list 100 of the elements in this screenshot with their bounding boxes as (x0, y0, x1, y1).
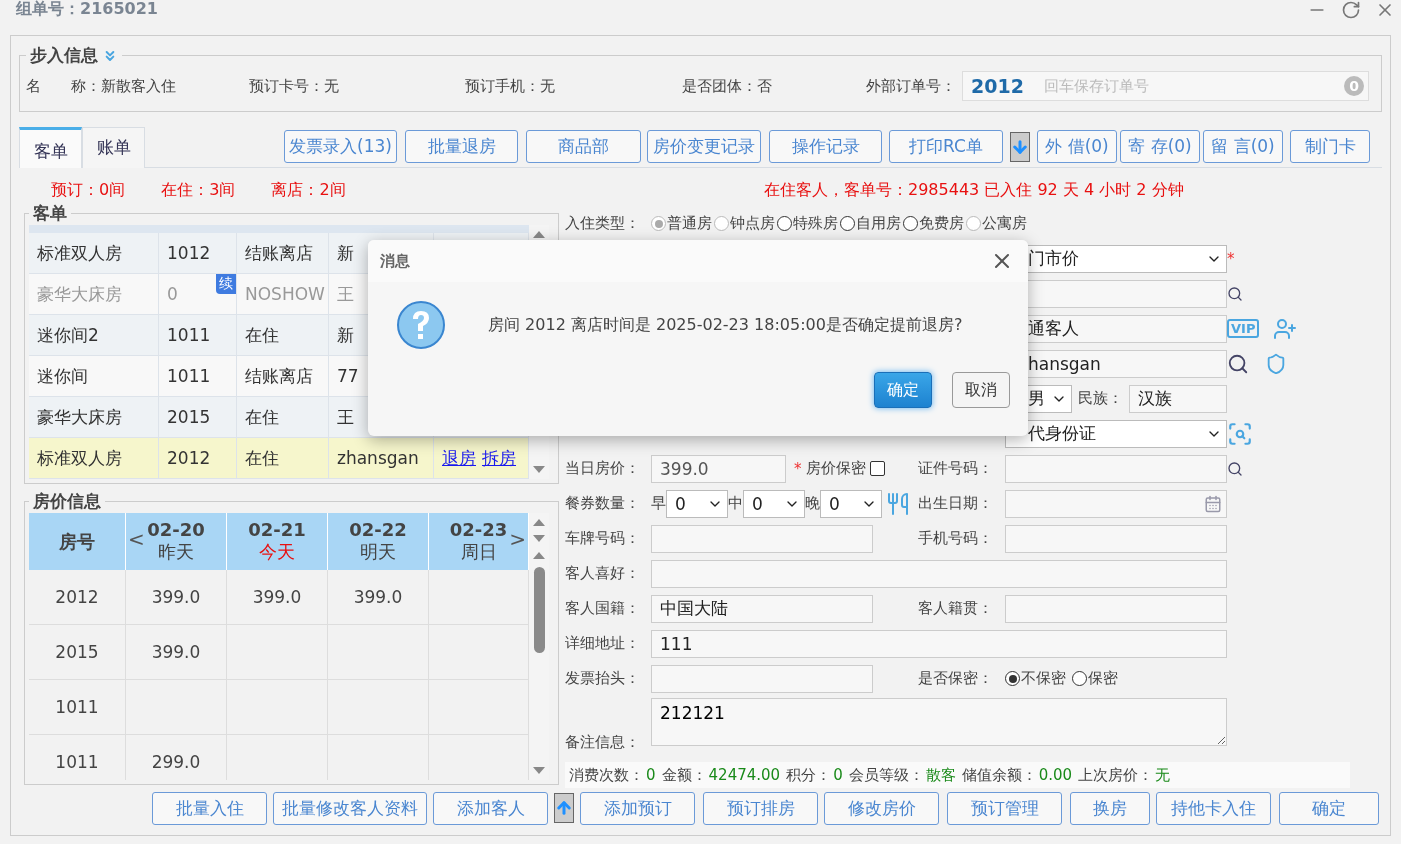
dialog-button[interactable]: 确定 (874, 372, 932, 408)
arrow-up-button[interactable] (554, 793, 574, 823)
toolbar-button[interactable]: 批量退房 (405, 130, 518, 163)
select-field[interactable]: 0 (743, 489, 805, 518)
action-button[interactable]: 批量入住 (152, 791, 267, 825)
field-label: 当日房价： (565, 459, 641, 478)
input-field[interactable]: 汉族 (1129, 384, 1227, 413)
order-label: 外部订单号： (866, 76, 956, 96)
toolbar-button[interactable]: 发票录入(13) (284, 130, 397, 163)
section-title: 客单 (33, 202, 67, 225)
search-icon[interactable] (1227, 460, 1243, 477)
day-label: 昨天 (158, 540, 194, 564)
arrow-down-button[interactable] (1010, 131, 1030, 162)
radio-button[interactable] (840, 216, 855, 231)
table-cell: 豪华大床房 (37, 282, 122, 306)
column-header: 房号 (59, 529, 95, 554)
radio-button[interactable] (903, 216, 918, 231)
field-label: 客人国籍： (565, 599, 641, 618)
search-icon[interactable] (1227, 352, 1249, 375)
radio-label: 不保密 (1021, 669, 1066, 688)
order-field[interactable]: 2012 回车保存订单号 0 (962, 71, 1369, 101)
input-field[interactable] (651, 524, 873, 553)
toolbar-button[interactable]: 制门卡 (1290, 130, 1370, 163)
field-label: 证件号码： (918, 459, 994, 478)
input-field[interactable] (1005, 524, 1227, 553)
table-row[interactable]: 标准双人房 2012 在住 zhansgan 退房 拆房 (29, 438, 529, 479)
table-cell: 1011 (167, 366, 211, 386)
scrollbar-thumb[interactable] (533, 566, 545, 653)
prev-arrow[interactable]: < (128, 527, 145, 551)
action-link[interactable]: 拆房 (482, 446, 516, 470)
select-field[interactable]: 0 (666, 489, 728, 518)
checkbox[interactable] (869, 461, 885, 476)
toolbar-button[interactable]: 留 言(0) (1203, 130, 1283, 163)
radio-button[interactable] (1072, 671, 1087, 686)
day-label: 周日 (460, 540, 497, 564)
field-label: 发票抬头： (565, 669, 641, 688)
tab[interactable]: 客单 (19, 127, 82, 168)
day-label: 明天 (360, 540, 396, 564)
order-input[interactable]: 回车保存订单号 (1041, 76, 1326, 96)
action-button[interactable]: 持他卡入住 (1156, 791, 1271, 825)
toolbar-button[interactable]: 房价变更记录 (647, 130, 761, 163)
scroll-up-icon[interactable] (532, 517, 546, 527)
summary-count: 离店：2间 (271, 179, 346, 201)
radio-label: 钟点房 (730, 214, 775, 233)
input-field[interactable] (1005, 454, 1227, 483)
refresh-icon[interactable] (1341, 0, 1361, 20)
action-button[interactable]: 换房 (1070, 791, 1150, 825)
utensils-icon[interactable] (886, 491, 910, 516)
table-cell: 标准双人房 (37, 446, 122, 470)
stat-label: 上次房价： (1078, 765, 1154, 785)
input-field[interactable] (1005, 594, 1227, 623)
stat-value: 无 (1155, 765, 1171, 785)
select-field[interactable]: 0 (820, 489, 882, 518)
toolbar-button[interactable]: 打印RC单 (889, 130, 1003, 163)
radio-button[interactable] (1005, 671, 1020, 686)
radio-button[interactable] (777, 216, 792, 231)
input-field[interactable] (1005, 489, 1227, 518)
action-button[interactable]: 预订管理 (947, 791, 1062, 825)
dialog-button[interactable]: 取消 (952, 372, 1010, 408)
scroll-down-icon[interactable] (532, 533, 546, 544)
tab[interactable]: 账单 (82, 127, 145, 168)
id-scan-icon[interactable] (1227, 420, 1253, 447)
radio-label: 自用房 (856, 214, 901, 233)
count-badge: 0 (1344, 76, 1364, 96)
input-field[interactable] (651, 559, 1227, 588)
input-field[interactable]: 111 (651, 629, 1227, 658)
table-cell: 399.0 (151, 587, 201, 607)
table-cell: 迷你间2 (37, 323, 99, 347)
scroll-down-icon[interactable] (532, 465, 546, 475)
calendar-icon[interactable] (1204, 494, 1222, 513)
action-button[interactable]: 预订排房 (703, 791, 818, 825)
input-field[interactable]: 399.0 (651, 454, 786, 483)
toolbar-button[interactable]: 操作记录 (769, 130, 882, 163)
next-arrow[interactable]: > (509, 527, 526, 551)
field-label: 是否保密： (918, 669, 994, 688)
field-label: 车牌号码： (565, 529, 641, 548)
table-cell: zhansgan (337, 448, 419, 468)
input-field[interactable] (651, 664, 873, 693)
field-label: 备注信息： (565, 733, 641, 752)
action-link[interactable]: 退房 (442, 446, 476, 470)
table-cell: 2015 (55, 642, 99, 662)
toolbar-button[interactable]: 外 借(0) (1037, 130, 1117, 163)
shield-icon[interactable] (1265, 352, 1287, 375)
action-button[interactable]: 批量修改客人资料 (273, 791, 427, 825)
action-button[interactable]: 确定 (1279, 791, 1379, 825)
search-icon[interactable] (1227, 285, 1243, 302)
scroll-down-icon[interactable] (532, 765, 546, 776)
toolbar-button[interactable]: 商品部 (526, 130, 641, 163)
toolbar-button[interactable]: 寄 存(0) (1120, 130, 1200, 163)
input-field[interactable]: 中国大陆 (651, 594, 873, 623)
action-button[interactable]: 添加预订 (580, 791, 695, 825)
scroll-up-icon[interactable] (532, 550, 546, 561)
action-button[interactable]: 修改房价 (824, 791, 939, 825)
field-label: 详细地址： (565, 634, 641, 653)
required-mark: * (794, 459, 802, 478)
remark-field[interactable]: 212121 (651, 698, 1227, 746)
select-field[interactable]: 代身份证 (1005, 419, 1227, 448)
action-button[interactable]: 添加客人 (433, 791, 548, 825)
arrow-down-icon (1011, 137, 1029, 156)
add-user-icon[interactable] (1273, 316, 1298, 341)
